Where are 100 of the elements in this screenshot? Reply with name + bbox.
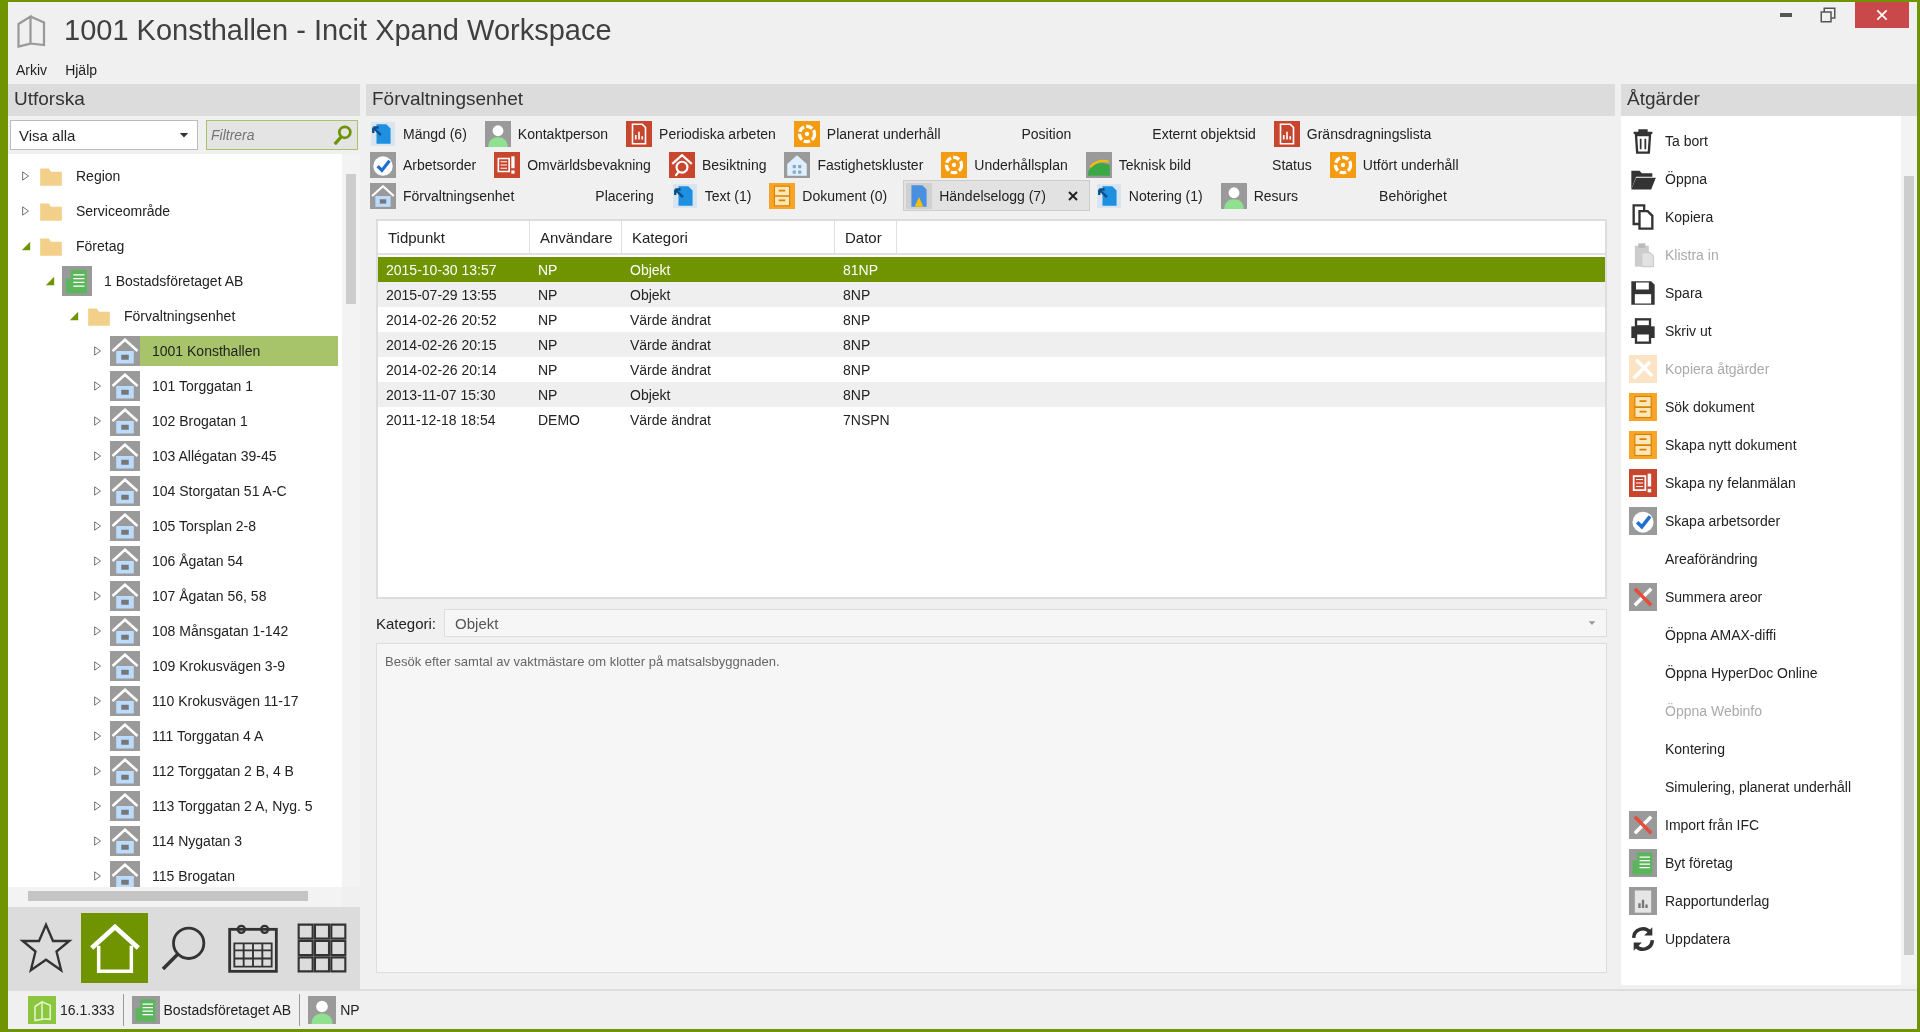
building-icon [62, 265, 92, 296]
tree-item[interactable]: 109 Krokusvägen 3-9 [110, 650, 338, 681]
tab[interactable]: Händelselogg (7) [903, 180, 1090, 211]
tab[interactable]: Utfört underhåll [1327, 149, 1475, 180]
tab[interactable]: Text (1) [669, 180, 768, 211]
tab[interactable]: Behörighet [1314, 180, 1463, 211]
action-item[interactable]: Ta bort [1629, 122, 1901, 160]
action-item[interactable]: Spara [1629, 274, 1901, 312]
tree-item[interactable]: 101 Torggatan 1 [110, 370, 338, 401]
version-text: 16.1.333 [60, 1002, 115, 1018]
action-item[interactable]: Öppna [1629, 160, 1901, 198]
category-dropdown[interactable]: Objekt [444, 609, 1607, 637]
tree-item[interactable]: 110 Krokusvägen 11-17 [110, 685, 338, 716]
tab[interactable]: Notering (1) [1093, 180, 1219, 211]
house-icon [110, 580, 140, 611]
report-icon [1629, 887, 1657, 915]
tab[interactable]: Gränsdragningslista [1271, 118, 1448, 149]
table-row[interactable]: 2013-11-07 15:30 NP Objekt 8NP [378, 382, 1605, 407]
tree-item[interactable]: 107 Ågatan 56, 58 [110, 580, 338, 611]
table-row[interactable]: 2014-02-26 20:15 NP Värde ändrat 8NP [378, 332, 1605, 357]
house-icon [110, 825, 140, 856]
tree-item[interactable]: 1001 Konsthallen [110, 335, 338, 366]
tree-item[interactable]: 113 Torggatan 2 A, Nyg. 5 [110, 790, 338, 821]
tab[interactable]: Förvaltningsenhet [368, 180, 531, 211]
tree-item[interactable]: 111 Torggatan 4 A [110, 720, 338, 751]
tree-item[interactable]: Förvaltningsenhet [86, 300, 338, 331]
house-icon [110, 545, 140, 576]
tree-item[interactable]: Serviceområde [38, 195, 338, 226]
action-item[interactable]: Simulering, planerat underhåll [1629, 768, 1901, 806]
tree-item[interactable]: 103 Allégatan 39-45 [110, 440, 338, 471]
tab[interactable]: Resurs [1218, 180, 1315, 211]
column-header[interactable]: Kategori [622, 221, 835, 253]
tab[interactable]: Planerat underhåll [791, 118, 957, 149]
table-cell-text: NP [537, 386, 559, 403]
action-item[interactable]: Öppna HyperDoc Online [1629, 654, 1901, 692]
tree-item[interactable]: 112 Torggatan 2 B, 4 B [110, 755, 338, 786]
tab[interactable]: Omvärldsbevakning [492, 149, 667, 180]
tree-item[interactable]: 1 Bostadsföretaget AB [62, 265, 338, 296]
tab[interactable]: Besiktning [666, 149, 783, 180]
table-row[interactable]: 2015-10-30 13:57 NP Objekt 81NP [378, 257, 1605, 282]
column-header[interactable]: Tidpunkt [378, 221, 530, 253]
action-item[interactable]: Skapa nytt dokument [1629, 426, 1901, 464]
action-item[interactable]: Skapa arbetsorder [1629, 502, 1901, 540]
tree-item[interactable]: 106 Ågatan 54 [110, 545, 338, 576]
tree-item[interactable]: 105 Torsplan 2-8 [110, 510, 338, 541]
action-item[interactable]: Byt företag [1629, 844, 1901, 882]
action-item[interactable]: Öppna AMAX-diffi [1629, 616, 1901, 654]
house-icon [110, 510, 140, 541]
action-item[interactable]: Uppdatera [1629, 920, 1901, 958]
close-icon [1066, 189, 1079, 202]
tab[interactable]: Teknisk bild [1083, 149, 1208, 180]
action-item[interactable]: Import från IFC [1629, 806, 1901, 844]
tab[interactable]: Externt objektsid [1087, 118, 1272, 149]
action-item[interactable]: Kontering [1629, 730, 1901, 768]
action-item[interactable]: Skapa ny felanmälan [1629, 464, 1901, 502]
close-button[interactable] [1855, 2, 1909, 28]
tab[interactable]: Underhållsplan [939, 149, 1084, 180]
description-box[interactable]: Besök efter samtal av vaktmästare om klotter på matsalsbyggnaden. [376, 643, 1607, 973]
action-item[interactable]: Rapportunderlag [1629, 882, 1901, 920]
action-item[interactable]: Summera areor [1629, 578, 1901, 616]
table-cell-text: NP [537, 286, 559, 303]
vertical-scrollbar[interactable] [1901, 116, 1917, 985]
column-header[interactable]: Användare [530, 221, 622, 253]
tab[interactable]: Placering [530, 180, 670, 211]
tree-item[interactable]: 104 Storgatan 51 A-C [110, 475, 338, 506]
house-icon [370, 182, 396, 209]
tab[interactable]: Position [956, 118, 1088, 149]
tab[interactable]: Periodiska arbeten [624, 118, 792, 149]
action-item[interactable]: Kopiera [1629, 198, 1901, 236]
panel-title: Utforska [8, 84, 360, 116]
tab[interactable]: Status [1207, 149, 1328, 180]
menu-item[interactable]: Arkiv [16, 62, 48, 78]
column-header[interactable]: Dator [835, 221, 897, 253]
menu-item[interactable]: Hjälp [65, 62, 98, 78]
tab[interactable]: Arbetsorder [368, 149, 493, 180]
tab[interactable]: Kontaktperson [482, 118, 625, 149]
tree-item[interactable]: 115 Brogatan [110, 860, 338, 887]
search-field[interactable]: Filtrera [206, 120, 358, 150]
filter-dropdown[interactable]: Visa alla [10, 120, 198, 150]
table-row[interactable]: 2015-07-29 13:55 NP Objekt 8NP [378, 282, 1605, 307]
tab[interactable]: Fastighetskluster [782, 149, 940, 180]
document-icon [1629, 431, 1657, 459]
tree-item[interactable]: 102 Brogatan 1 [110, 405, 338, 436]
tab[interactable]: Dokument (0) [767, 180, 904, 211]
dropdown-caret-icon [1588, 619, 1596, 627]
tree-item[interactable]: 108 Månsgatan 1-142 [110, 615, 338, 646]
table-cell-text: NP [537, 311, 559, 328]
table-cell-text: Värde ändrat [629, 336, 712, 353]
panel-title: Förvaltningsenhet [366, 84, 1615, 116]
house-icon [110, 440, 140, 471]
tree-item[interactable]: 114 Nygatan 3 [110, 825, 338, 856]
tree-item[interactable]: Företag [38, 230, 338, 261]
action-item[interactable]: Sök dokument [1629, 388, 1901, 426]
tab[interactable]: Mängd (6) [368, 118, 483, 149]
tree-item[interactable]: Region [38, 160, 338, 191]
action-item[interactable]: Skriv ut [1629, 312, 1901, 350]
action-item[interactable]: Areaförändring [1629, 540, 1901, 578]
company-name: Bostadsföretaget AB [163, 1002, 292, 1018]
landscape-icon [1085, 151, 1112, 178]
minimize-icon [1780, 13, 1792, 17]
